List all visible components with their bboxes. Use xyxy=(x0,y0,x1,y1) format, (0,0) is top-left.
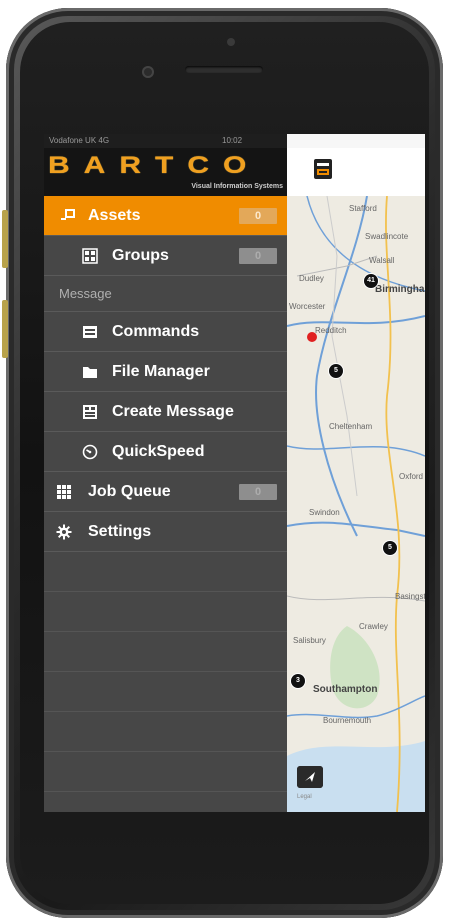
speed-icon xyxy=(82,444,98,460)
menu-item-label: Groups xyxy=(112,247,169,264)
section-header-message: Message xyxy=(44,276,287,312)
map-label: Worcester xyxy=(289,302,326,311)
menu-item-assets[interactable]: Assets 0 xyxy=(44,196,287,236)
volume-down-button xyxy=(2,300,8,358)
commands-icon xyxy=(83,326,97,338)
empty-row xyxy=(44,712,287,752)
status-bar-right xyxy=(287,134,425,148)
map-label: Bournemouth xyxy=(323,716,372,725)
empty-row xyxy=(44,632,287,672)
menu-item-groups[interactable]: Groups 0 xyxy=(44,236,287,276)
section-header-label: Message xyxy=(59,286,112,301)
menu-item-commands[interactable]: Commands xyxy=(44,312,287,352)
carrier-label: Vodafone UK 4G xyxy=(49,136,110,145)
groups-icon xyxy=(82,248,98,264)
menu-item-label: Create Message xyxy=(112,403,234,420)
map-label: Southampton xyxy=(313,684,378,695)
menu-item-quickspeed[interactable]: QuickSpeed xyxy=(44,432,287,472)
empty-row xyxy=(44,672,287,712)
count-badge: 0 xyxy=(239,208,277,224)
menu-item-settings[interactable]: Settings xyxy=(44,512,287,552)
brand-logo: BARTCO xyxy=(48,152,261,179)
earpiece-speaker xyxy=(185,66,263,73)
map-label: Cheltenham xyxy=(329,422,373,431)
volume-up-button xyxy=(2,210,8,268)
menu-toggle-icon[interactable] xyxy=(312,158,334,180)
map-label: Oxford xyxy=(399,472,424,481)
asset-marker[interactable]: 3 xyxy=(291,674,305,688)
menu-item-label: Settings xyxy=(88,523,152,540)
status-time: 10:02 xyxy=(222,136,243,145)
menu-item-label: Assets xyxy=(88,207,141,224)
map-label: Crawley xyxy=(359,622,388,631)
map-label: Walsall xyxy=(369,256,395,265)
map-label: Swadlincote xyxy=(365,232,409,241)
menu-item-create-message[interactable]: Create Message xyxy=(44,392,287,432)
location-pin[interactable] xyxy=(307,332,317,342)
menu-item-label: QuickSpeed xyxy=(112,443,205,460)
map-label: Stafford xyxy=(349,204,377,213)
map-label: Basingstoke xyxy=(395,592,425,601)
map-label: Salisbury xyxy=(293,636,326,645)
map-label: Swindon xyxy=(309,508,340,517)
menu-item-label: Job Queue xyxy=(88,483,171,500)
folder-icon xyxy=(83,367,97,378)
gear-icon xyxy=(56,524,72,540)
map-label: Dudley xyxy=(299,274,324,283)
count-badge: 0 xyxy=(239,484,277,500)
camera xyxy=(227,38,235,46)
empty-row xyxy=(44,552,287,592)
status-bar: Vodafone UK 4G 10:02 xyxy=(44,134,287,148)
map-label: Birmingham xyxy=(375,284,425,295)
menu-item-file-manager[interactable]: File Manager xyxy=(44,352,287,392)
asset-marker[interactable]: 41 xyxy=(364,274,378,288)
brand-header: BARTCO Visual Information Systems xyxy=(44,148,287,196)
map-legal-link[interactable]: Legal xyxy=(297,794,312,800)
map-view[interactable]: Stafford Swadlincote Walsall Dudley Birm… xyxy=(287,134,425,812)
asset-marker[interactable]: 5 xyxy=(329,364,343,378)
app-screen: Vodafone UK 4G 10:02 BARTCO Visual Infor… xyxy=(44,134,425,812)
count-badge: 0 xyxy=(239,248,277,264)
assets-icon xyxy=(61,209,75,220)
empty-row xyxy=(44,592,287,632)
empty-row xyxy=(44,752,287,792)
locate-me-button[interactable] xyxy=(297,766,323,788)
asset-marker[interactable]: 5 xyxy=(383,541,397,555)
job-queue-icon xyxy=(57,485,71,499)
create-message-icon xyxy=(83,405,97,419)
menu-item-label: Commands xyxy=(112,323,200,340)
map-label: Redditch xyxy=(315,326,347,335)
menu-item-label: File Manager xyxy=(112,363,210,380)
front-sensor xyxy=(142,66,154,78)
brand-tagline: Visual Information Systems xyxy=(191,183,283,190)
menu-item-job-queue[interactable]: Job Queue 0 xyxy=(44,472,287,512)
map-header xyxy=(287,134,425,197)
navigation-drawer: Vodafone UK 4G 10:02 BARTCO Visual Infor… xyxy=(44,134,287,812)
